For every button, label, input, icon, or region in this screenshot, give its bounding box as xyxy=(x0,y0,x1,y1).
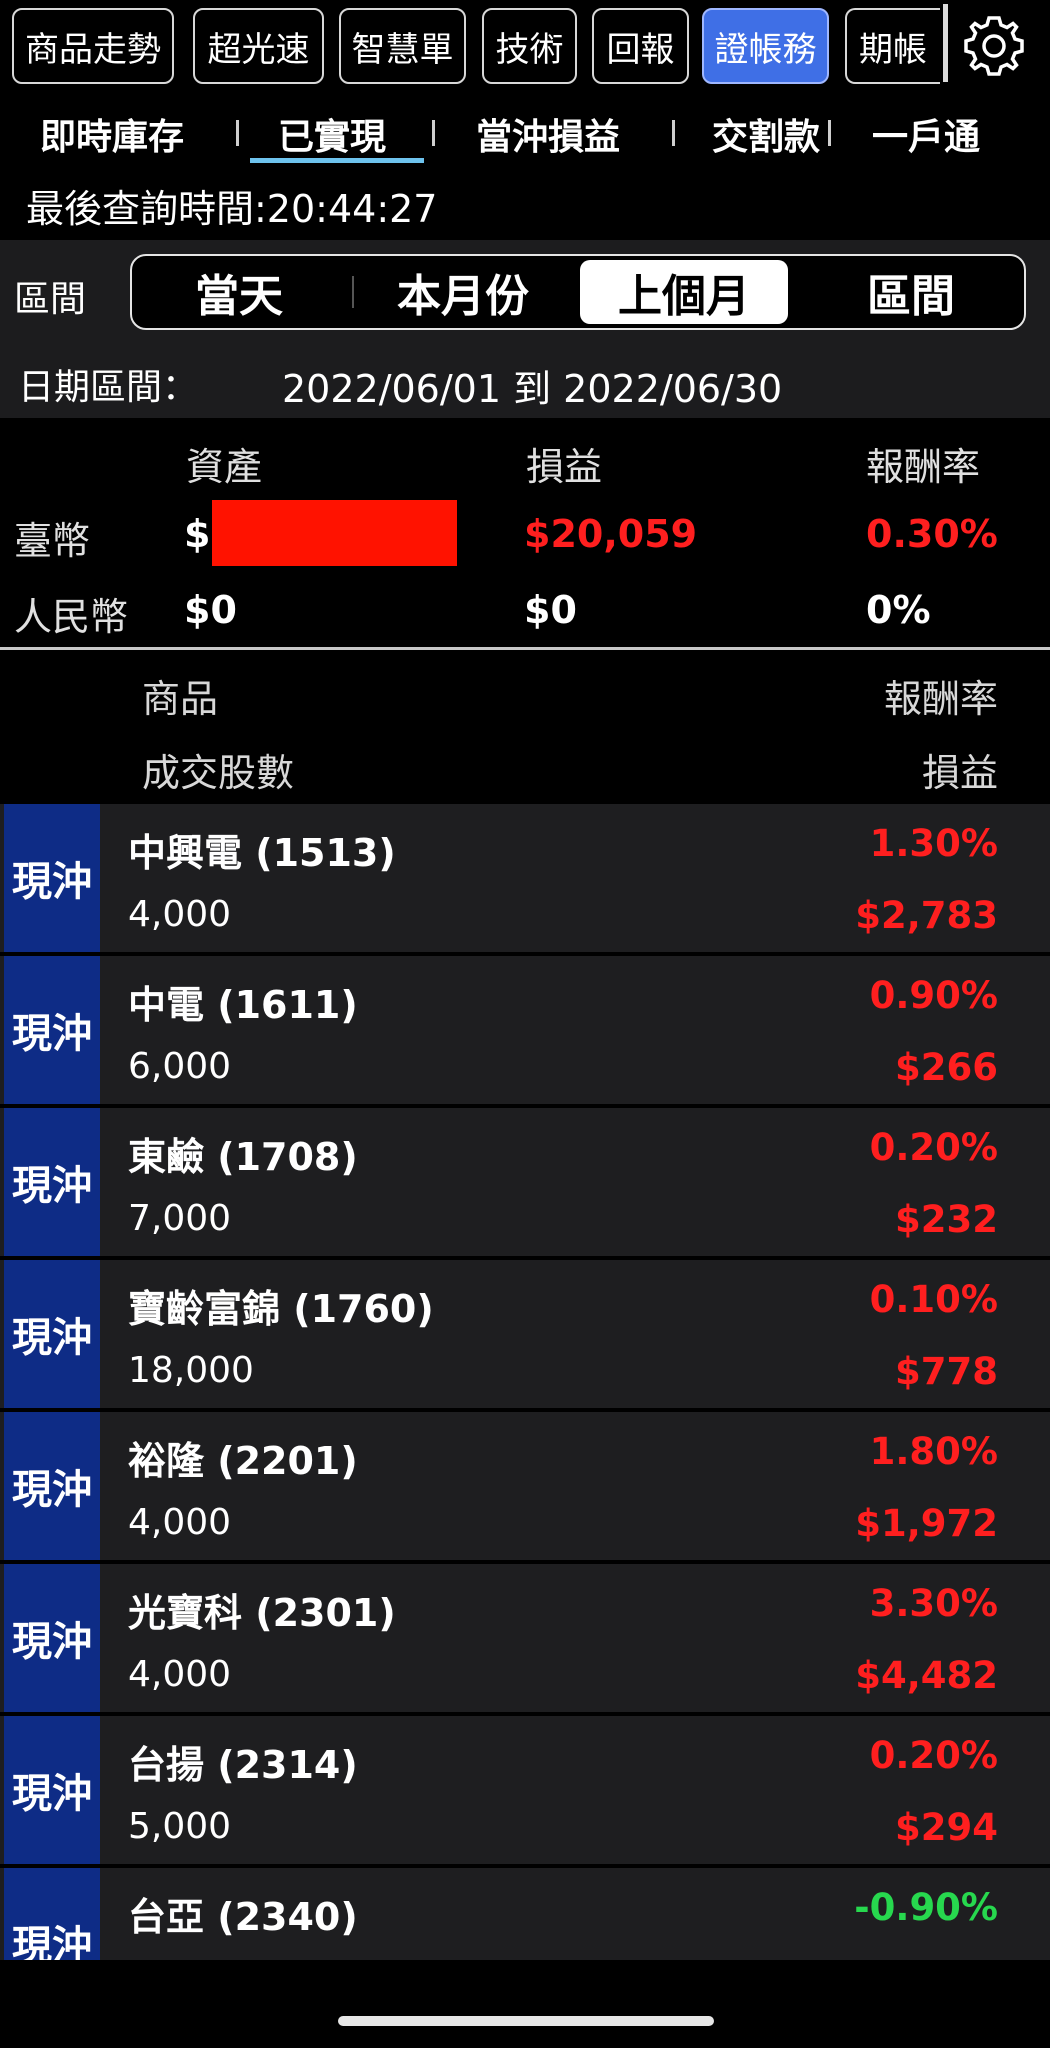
daytrade-tag: 現沖 xyxy=(4,1564,100,1712)
profit-loss: $1,972 xyxy=(855,1502,998,1545)
twd-pnl: $20,059 xyxy=(524,512,698,556)
list-item[interactable]: 現沖 台亞 (2340) -0.90% xyxy=(0,1868,1050,1960)
period-this-month[interactable]: 本月份 xyxy=(358,256,568,328)
subtab-inventory[interactable]: 即時庫存 xyxy=(40,108,184,160)
shares-traded: 5,000 xyxy=(128,1806,232,1847)
list-item[interactable]: 現沖 台揚 (2314) 5,000 0.20% $294 xyxy=(0,1716,1050,1864)
daytrade-tag: 現沖 xyxy=(4,804,100,952)
date-range-label: 日期區間： xyxy=(18,367,199,408)
return-rate: 0.20% xyxy=(869,1126,998,1169)
stock-name: 中興電 (1513) xyxy=(128,831,396,875)
subtab-realized[interactable]: 已實現 xyxy=(278,108,386,160)
subtab-daytrade-pnl[interactable]: 當沖損益 xyxy=(476,108,620,160)
segment-separator xyxy=(352,276,354,308)
tab-technical[interactable]: 技術 xyxy=(482,8,577,84)
period-panel: 區間 當天 本月份 上個月 區間 日期區間： 2022/06/01 到 2022… xyxy=(0,240,1050,418)
daytrade-tag: 現沖 xyxy=(4,1868,100,1960)
currency-cny-label: 人民幣 xyxy=(14,595,129,639)
period-today[interactable]: 當天 xyxy=(132,256,346,328)
return-rate: -0.90% xyxy=(854,1886,998,1929)
date-range-value: 2022/06/01 到 2022/06/30 xyxy=(282,367,783,411)
shares-traded: 6,000 xyxy=(128,1046,232,1087)
subtab-separator xyxy=(828,120,831,146)
daytrade-tag: 現沖 xyxy=(4,1716,100,1864)
list-item[interactable]: 現沖 中興電 (1513) 4,000 1.30% $2,783 xyxy=(0,804,1050,952)
bottom-area xyxy=(0,1960,1050,2048)
top-tab-bar: 商品走勢 超光速 智慧單 技術 回報 證帳務 期帳 xyxy=(0,0,1050,98)
list-item[interactable]: 現沖 東鹼 (1708) 7,000 0.20% $232 xyxy=(0,1108,1050,1256)
tab-super-speed[interactable]: 超光速 xyxy=(193,8,324,84)
daytrade-tag: 現沖 xyxy=(4,1412,100,1560)
daytrade-tag: 現沖 xyxy=(4,1260,100,1408)
return-rate: 0.90% xyxy=(869,974,998,1017)
redaction-box xyxy=(212,500,457,566)
gear-icon[interactable] xyxy=(958,10,1030,82)
stock-name: 光寶科 (2301) xyxy=(128,1591,396,1635)
return-rate: 0.10% xyxy=(869,1278,998,1321)
period-label: 區間 xyxy=(14,279,87,320)
stock-name: 台亞 (2340) xyxy=(128,1895,358,1939)
tab-product-trend[interactable]: 商品走勢 xyxy=(12,8,174,84)
list-header-return: 報酬率 xyxy=(883,677,998,721)
return-rate: 0.20% xyxy=(869,1734,998,1777)
daytrade-tag: 現沖 xyxy=(4,1108,100,1256)
return-rate: 1.80% xyxy=(869,1430,998,1473)
cny-return: 0% xyxy=(866,588,931,632)
shares-traded: 4,000 xyxy=(128,1502,232,1543)
list-header-pnl: 損益 xyxy=(921,751,998,795)
summary-header-pnl: 損益 xyxy=(526,445,603,489)
profit-loss: $2,783 xyxy=(855,894,998,937)
summary-header-return: 報酬率 xyxy=(866,445,981,489)
stock-name: 寶齡富錦 (1760) xyxy=(128,1287,434,1331)
tab-securities-account[interactable]: 證帳務 xyxy=(702,8,829,84)
currency-twd-label: 臺幣 xyxy=(14,519,91,563)
list-header: 商品 成交股數 報酬率 損益 xyxy=(0,650,1050,802)
active-subtab-indicator xyxy=(250,158,424,163)
daytrade-tag: 現沖 xyxy=(4,956,100,1104)
last-query-time: 最後查詢時間:20:44:27 xyxy=(26,187,438,231)
return-rate: 1.30% xyxy=(869,822,998,865)
home-indicator[interactable] xyxy=(338,2016,714,2026)
shares-traded: 4,000 xyxy=(128,894,232,935)
subtab-one-account[interactable]: 一戶通 xyxy=(872,108,980,160)
shares-traded: 18,000 xyxy=(128,1350,254,1391)
stock-name: 中電 (1611) xyxy=(128,983,358,1027)
shares-traded: 4,000 xyxy=(128,1654,232,1695)
cny-pnl: $0 xyxy=(524,588,577,632)
summary-panel: 資產 損益 報酬率 臺幣 $0 $20,059 0.30% 人民幣 $0 $0 … xyxy=(0,418,1050,646)
profit-loss: $294 xyxy=(895,1806,998,1849)
list-item[interactable]: 現沖 中電 (1611) 6,000 0.90% $266 xyxy=(0,956,1050,1104)
tab-smart-order[interactable]: 智慧單 xyxy=(339,8,466,84)
period-custom-range[interactable]: 區間 xyxy=(800,256,1022,328)
subtab-settlement[interactable]: 交割款 xyxy=(712,108,820,160)
subtab-separator xyxy=(236,120,239,146)
tab-futures-account[interactable]: 期帳 xyxy=(845,8,940,84)
subtab-separator xyxy=(432,120,435,146)
cny-assets: $0 xyxy=(184,588,237,632)
list-header-shares: 成交股數 xyxy=(142,751,295,795)
period-last-month[interactable]: 上個月 xyxy=(580,260,788,324)
profit-loss: $778 xyxy=(895,1350,998,1393)
stock-name: 東鹼 (1708) xyxy=(128,1135,358,1179)
subtab-separator xyxy=(672,120,675,146)
list-item[interactable]: 現沖 寶齡富錦 (1760) 18,000 0.10% $778 xyxy=(0,1260,1050,1408)
profit-loss: $4,482 xyxy=(855,1654,998,1697)
list-header-product: 商品 xyxy=(142,677,219,721)
twd-return: 0.30% xyxy=(866,512,998,556)
return-rate: 3.30% xyxy=(869,1582,998,1625)
profit-loss: $266 xyxy=(895,1046,998,1089)
list-item[interactable]: 現沖 裕隆 (2201) 4,000 1.80% $1,972 xyxy=(0,1412,1050,1560)
tab-report[interactable]: 回報 xyxy=(592,8,689,84)
summary-header-assets: 資產 xyxy=(186,445,263,489)
list-item[interactable]: 現沖 光寶科 (2301) 4,000 3.30% $4,482 xyxy=(0,1564,1050,1712)
profit-loss: $232 xyxy=(895,1198,998,1241)
stock-name: 台揚 (2314) xyxy=(128,1743,358,1787)
period-segmented-control: 當天 本月份 上個月 區間 xyxy=(130,254,1026,330)
sub-tab-bar: 即時庫存 已實現 當沖損益 交割款 一戶通 xyxy=(0,98,1050,168)
stock-name: 裕隆 (2201) xyxy=(128,1439,358,1483)
tab-scroll-divider xyxy=(943,4,948,82)
shares-traded: 7,000 xyxy=(128,1198,232,1239)
